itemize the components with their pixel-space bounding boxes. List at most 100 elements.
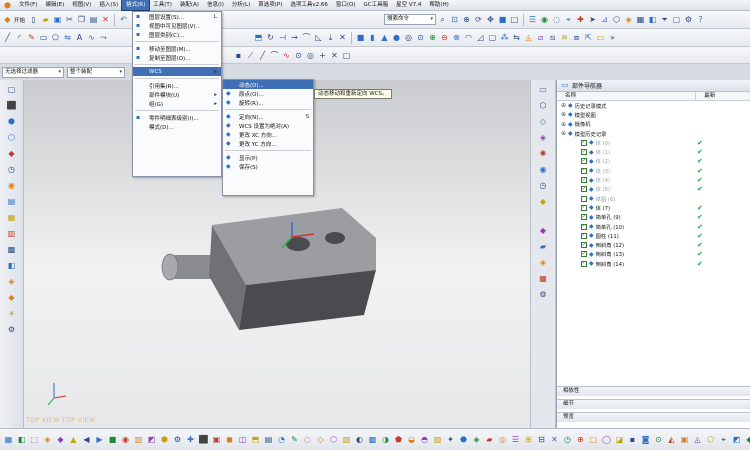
roles-icon[interactable]: ▦: [6, 212, 17, 223]
bottom-tool-icon[interactable]: ◩: [731, 434, 742, 445]
boss-icon[interactable]: ⊙: [415, 32, 426, 43]
format-menu-item[interactable]: ▪ 图层设置(S)... L: [133, 12, 221, 21]
process-studio-icon[interactable]: ▥: [6, 228, 17, 239]
line-icon[interactable]: ╱: [2, 32, 13, 43]
bottom-tool-icon[interactable]: ◩: [146, 434, 157, 445]
bottom-tool-icon[interactable]: ▧: [341, 434, 352, 445]
bottom-tool-icon[interactable]: ◧: [16, 434, 27, 445]
intersect-icon[interactable]: ⊗: [451, 32, 462, 43]
bottom-tool-icon[interactable]: ◆: [744, 434, 750, 445]
snap-control-icon[interactable]: ∿: [281, 50, 292, 61]
bottom-tool-icon[interactable]: ◈: [42, 434, 53, 445]
snap-quadrant-icon[interactable]: ◎: [305, 50, 316, 61]
filter-icon[interactable]: ⏷: [659, 14, 670, 25]
chamfer-curve-icon[interactable]: ◺: [313, 32, 324, 43]
name-column-header[interactable]: 名称: [557, 92, 697, 100]
offset-face-icon[interactable]: ⧈: [571, 32, 582, 43]
palette-icon[interactable]: ▤: [6, 196, 17, 207]
format-menu-item[interactable]: ▪ 移动至图层(M)...: [133, 44, 221, 53]
bottom-tool-icon[interactable]: ■: [107, 434, 118, 445]
part-icon[interactable]: ⬛: [6, 100, 17, 111]
menu-item[interactable]: GC工具箱: [359, 0, 392, 10]
layer-icon[interactable]: ☰: [527, 14, 538, 25]
feature-checkbox[interactable]: ✓: [581, 186, 587, 193]
bottom-tool-icon[interactable]: ▤: [263, 434, 274, 445]
feature-checkbox[interactable]: ✓: [581, 204, 587, 211]
wcs-menu-item[interactable]: ◆ 旋转(R)...: [223, 98, 313, 107]
bottom-tool-icon[interactable]: ▦: [3, 434, 14, 445]
shaded-view-icon[interactable]: ■: [497, 14, 508, 25]
split-body-icon[interactable]: ⧅: [547, 32, 558, 43]
feature-checkbox[interactable]: ✓: [581, 223, 587, 230]
bottom-tool-icon[interactable]: ◎: [497, 434, 508, 445]
arc-icon[interactable]: ◜: [14, 32, 25, 43]
format-menu-item[interactable]: 部件模块(U) ▸: [133, 90, 221, 99]
tree-row[interactable]: ✓ ◆ 体 (1) ✔: [557, 147, 750, 156]
tree-row[interactable]: ✓ ◆ 体 (2) ✔: [557, 157, 750, 166]
bottom-tool-icon[interactable]: ⬡: [328, 434, 339, 445]
snap-line-icon[interactable]: ╱: [257, 50, 268, 61]
format-menu-item[interactable]: 模式(D)...: [133, 122, 221, 131]
snap-tangent-icon[interactable]: ⌒: [269, 50, 280, 61]
web-tab-icon[interactable]: ◉: [538, 164, 549, 175]
bottom-tool-icon[interactable]: ▥: [133, 434, 144, 445]
polygon-icon[interactable]: ⬠: [50, 32, 61, 43]
part-navigator-tab-icon[interactable]: ▭: [538, 84, 549, 95]
cylinder-icon[interactable]: ▮: [367, 32, 378, 43]
rectangle-icon[interactable]: ▭: [38, 32, 49, 43]
cut-icon[interactable]: ✂: [64, 14, 75, 25]
thread-icon[interactable]: ≋: [559, 32, 570, 43]
bottom-tool-icon[interactable]: ▶: [94, 434, 105, 445]
trim-icon[interactable]: ⊣: [277, 32, 288, 43]
format-menu-item[interactable]: ▪ 视图中可见图层(V)...: [133, 21, 221, 30]
bottom-tool-icon[interactable]: ◌: [302, 434, 313, 445]
tree-row[interactable]: ✓ ◆ 倒斜角 (12) ✔: [557, 240, 750, 249]
visual-tab-icon[interactable]: ▦: [538, 273, 549, 284]
tree-row[interactable]: ◆ 草图 (6): [557, 194, 750, 203]
revolve-icon[interactable]: ↻: [265, 32, 276, 43]
bottom-tool-icon[interactable]: ▪: [627, 434, 638, 445]
feature-checkbox[interactable]: ✓: [581, 214, 587, 221]
menu-item[interactable]: 装配(A): [176, 0, 203, 10]
bottom-tool-icon[interactable]: ▣: [211, 434, 222, 445]
render-icon[interactable]: ◈: [623, 14, 634, 25]
command-search-input[interactable]: 搜索命令 ▾: [384, 14, 437, 25]
tree-row[interactable]: ✓ ◆ 体 (7) ✔: [557, 203, 750, 212]
rotate-view-icon[interactable]: ⟳: [473, 14, 484, 25]
menu-item[interactable]: 星空 V7.4: [392, 0, 425, 10]
tree-row[interactable]: ⊕ ◆ 历史记录模式: [557, 101, 750, 110]
options-icon[interactable]: ⚙: [683, 14, 694, 25]
feature-checkbox[interactable]: ✓: [581, 158, 587, 165]
menu-item[interactable]: 视图(V): [68, 0, 95, 10]
format-menu-item[interactable]: ▪ WCS ▸: [133, 67, 221, 76]
menu-item[interactable]: 编辑(E): [41, 0, 68, 10]
open-folder-icon[interactable]: ▰: [40, 14, 51, 25]
lighting-icon[interactable]: ☀: [6, 308, 17, 319]
history-palette-icon[interactable]: ◷: [6, 164, 17, 175]
edge-blend-icon[interactable]: ◠: [463, 32, 474, 43]
draft-icon[interactable]: ◬: [523, 32, 534, 43]
tree-row[interactable]: ✓ ◆ 体 (0) ✔: [557, 138, 750, 147]
format-menu-item[interactable]: ▪ 图层类别(C)...: [133, 30, 221, 39]
bottom-tool-icon[interactable]: ☰: [510, 434, 521, 445]
menu-item[interactable]: 工具(T): [149, 0, 176, 10]
tree-row[interactable]: ✓ ◆ 倒斜角 (13) ✔: [557, 250, 750, 259]
snap-center-icon[interactable]: ⊙: [293, 50, 304, 61]
bottom-tool-icon[interactable]: ⊟: [536, 434, 547, 445]
new-file-icon[interactable]: ▯: [28, 14, 39, 25]
snap-point-icon[interactable]: +: [317, 50, 328, 61]
bottom-tool-icon[interactable]: ◙: [640, 434, 651, 445]
menu-item[interactable]: 分析(L): [228, 0, 254, 10]
tree-row[interactable]: ⊕ ◆ 模型视图: [557, 110, 750, 119]
text-icon[interactable]: A: [74, 32, 85, 43]
bottom-tool-icon[interactable]: ⊕: [575, 434, 586, 445]
feature-checkbox[interactable]: [581, 195, 587, 202]
bottom-tool-icon[interactable]: ◐: [354, 434, 365, 445]
bottom-tool-icon[interactable]: ✚: [185, 434, 196, 445]
select-tool-icon[interactable]: ▢: [6, 84, 17, 95]
hide-icon[interactable]: ◌: [551, 14, 562, 25]
bottom-tool-icon[interactable]: ◫: [237, 434, 248, 445]
view-cube-icon[interactable]: ◧: [6, 260, 17, 271]
wcs-menu-item[interactable]: ◆ 原点(O)...: [223, 89, 313, 98]
wcs-menu-item[interactable]: ◆ 定向(N)... S: [223, 112, 313, 121]
